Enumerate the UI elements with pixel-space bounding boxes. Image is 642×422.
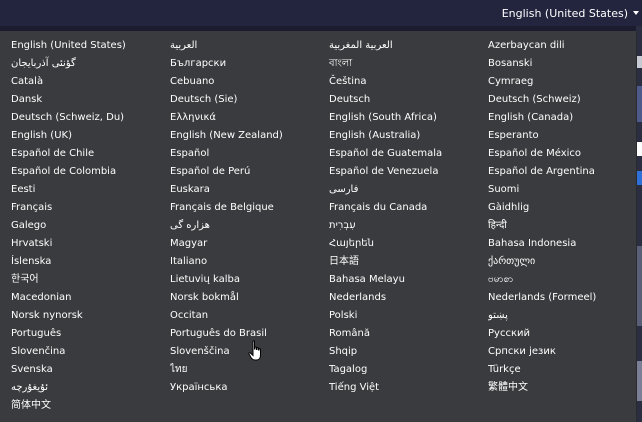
language-option[interactable]: Svenska bbox=[11, 361, 170, 379]
language-option[interactable]: Español de Chile bbox=[11, 145, 170, 163]
language-dropdown-menu: English (United States) العربية العربية ال… bbox=[0, 31, 637, 422]
language-option[interactable]: العربية bbox=[170, 37, 329, 55]
language-option[interactable]: Occitan bbox=[170, 307, 329, 325]
language-option[interactable]: Tagalog bbox=[329, 361, 488, 379]
language-option[interactable]: Español de Colombia bbox=[11, 163, 170, 181]
language-option[interactable]: Magyar bbox=[170, 235, 329, 253]
language-option[interactable]: ქართული bbox=[488, 253, 628, 271]
language-option[interactable]: Français bbox=[11, 199, 170, 217]
language-option[interactable]: English (United States) bbox=[11, 37, 170, 55]
language-option[interactable]: Français du Canada bbox=[329, 199, 488, 217]
language-option[interactable]: 日本語 bbox=[329, 253, 488, 271]
language-option[interactable]: Español de México bbox=[488, 145, 628, 163]
language-option[interactable]: ไทย bbox=[170, 361, 329, 379]
language-option[interactable]: Español de Argentina bbox=[488, 163, 628, 181]
language-option[interactable]: پښتو bbox=[488, 307, 628, 325]
language-option[interactable]: العربية المغربية bbox=[329, 37, 488, 55]
language-option[interactable]: Русский bbox=[488, 325, 628, 343]
language-option[interactable]: Български bbox=[170, 55, 329, 73]
language-option[interactable]: Português bbox=[11, 325, 170, 343]
language-option[interactable]: 繁體中文 bbox=[488, 379, 628, 397]
language-option[interactable]: Cymraeg bbox=[488, 73, 628, 91]
language-option[interactable]: Norsk nynorsk bbox=[11, 307, 170, 325]
language-option[interactable]: Shqip bbox=[329, 343, 488, 361]
language-option[interactable]: Nederlands bbox=[329, 289, 488, 307]
language-option[interactable]: Bahasa Melayu bbox=[329, 271, 488, 289]
language-option[interactable]: Eesti bbox=[11, 181, 170, 199]
language-option[interactable]: Ελληνικά bbox=[170, 109, 329, 127]
language-option[interactable]: Deutsch (Schweiz) bbox=[488, 91, 628, 109]
language-option[interactable]: فارسی bbox=[329, 181, 488, 199]
language-option[interactable]: Polski bbox=[329, 307, 488, 325]
language-option[interactable]: Macedonian bbox=[11, 289, 170, 307]
language-option[interactable]: Tiếng Việt bbox=[329, 379, 488, 397]
language-option[interactable]: Dansk bbox=[11, 91, 170, 109]
language-option[interactable]: Español de Guatemala bbox=[329, 145, 488, 163]
language-option[interactable]: Español de Venezuela bbox=[329, 163, 488, 181]
language-option[interactable]: English (South Africa) bbox=[329, 109, 488, 127]
language-option[interactable]: עִבְרִית bbox=[329, 217, 488, 235]
language-option[interactable]: English (New Zealand) bbox=[170, 127, 329, 145]
language-option[interactable]: Esperanto bbox=[488, 127, 628, 145]
language-grid: English (United States) العربية العربية ال… bbox=[11, 37, 628, 415]
language-option[interactable]: Deutsch (Schweiz, Du) bbox=[11, 109, 170, 127]
language-option[interactable]: Čeština bbox=[329, 73, 488, 91]
language-option[interactable]: Türkçe bbox=[488, 361, 628, 379]
language-option[interactable]: Српски језик bbox=[488, 343, 628, 361]
language-option[interactable]: Suomi bbox=[488, 181, 628, 199]
language-option[interactable]: Norsk bokmål bbox=[170, 289, 329, 307]
language-option[interactable]: Հայերեն bbox=[329, 235, 488, 253]
language-option[interactable]: Euskara bbox=[170, 181, 329, 199]
language-option[interactable]: Galego bbox=[11, 217, 170, 235]
language-option[interactable]: Español de Perú bbox=[170, 163, 329, 181]
language-option[interactable]: हिन्दी bbox=[488, 217, 628, 235]
language-option[interactable]: Hrvatski bbox=[11, 235, 170, 253]
language-option[interactable]: Română bbox=[329, 325, 488, 343]
caret-down-icon bbox=[633, 11, 639, 15]
language-option[interactable]: Français de Belgique bbox=[170, 199, 329, 217]
hand-pointer-cursor-icon bbox=[248, 340, 261, 361]
language-option[interactable]: ဗမာစာ bbox=[488, 271, 628, 289]
language-option[interactable]: Íslenska bbox=[11, 253, 170, 271]
language-option[interactable]: Deutsch (Sie) bbox=[170, 91, 329, 109]
current-language-label: English (United States) bbox=[501, 6, 628, 20]
language-option[interactable]: Azerbaycan dili bbox=[488, 37, 628, 55]
language-option[interactable]: Cebuano bbox=[170, 73, 329, 91]
language-option[interactable]: Italiano bbox=[170, 253, 329, 271]
language-option[interactable]: Slovenčina bbox=[11, 343, 170, 361]
language-option[interactable]: Nederlands (Formeel) bbox=[488, 289, 628, 307]
language-option[interactable]: Deutsch bbox=[329, 91, 488, 109]
language-option[interactable]: Bosanski bbox=[488, 55, 628, 73]
language-selector-button[interactable]: English (United States) bbox=[502, 5, 639, 21]
language-option[interactable]: English (UK) bbox=[11, 127, 170, 145]
language-option[interactable]: 简体中文 bbox=[11, 397, 170, 415]
language-option[interactable]: Gàidhlig bbox=[488, 199, 628, 217]
language-option[interactable]: বাংলা bbox=[329, 55, 488, 73]
language-option[interactable]: گؤنئی آذربایجان bbox=[11, 55, 170, 73]
top-bar: English (United States) bbox=[0, 0, 642, 26]
language-option[interactable]: English (Canada) bbox=[488, 109, 628, 127]
language-option[interactable]: Lietuvių kalba bbox=[170, 271, 329, 289]
language-option[interactable]: ئۇيغۇرچە bbox=[11, 379, 170, 397]
language-option[interactable]: Українська bbox=[170, 379, 329, 397]
language-option[interactable]: 한국어 bbox=[11, 271, 170, 289]
language-option[interactable]: هزاره گی bbox=[170, 217, 329, 235]
language-option[interactable]: Català bbox=[11, 73, 170, 91]
language-option[interactable]: Español bbox=[170, 145, 329, 163]
language-option[interactable]: Bahasa Indonesia bbox=[488, 235, 628, 253]
language-option[interactable]: English (Australia) bbox=[329, 127, 488, 145]
